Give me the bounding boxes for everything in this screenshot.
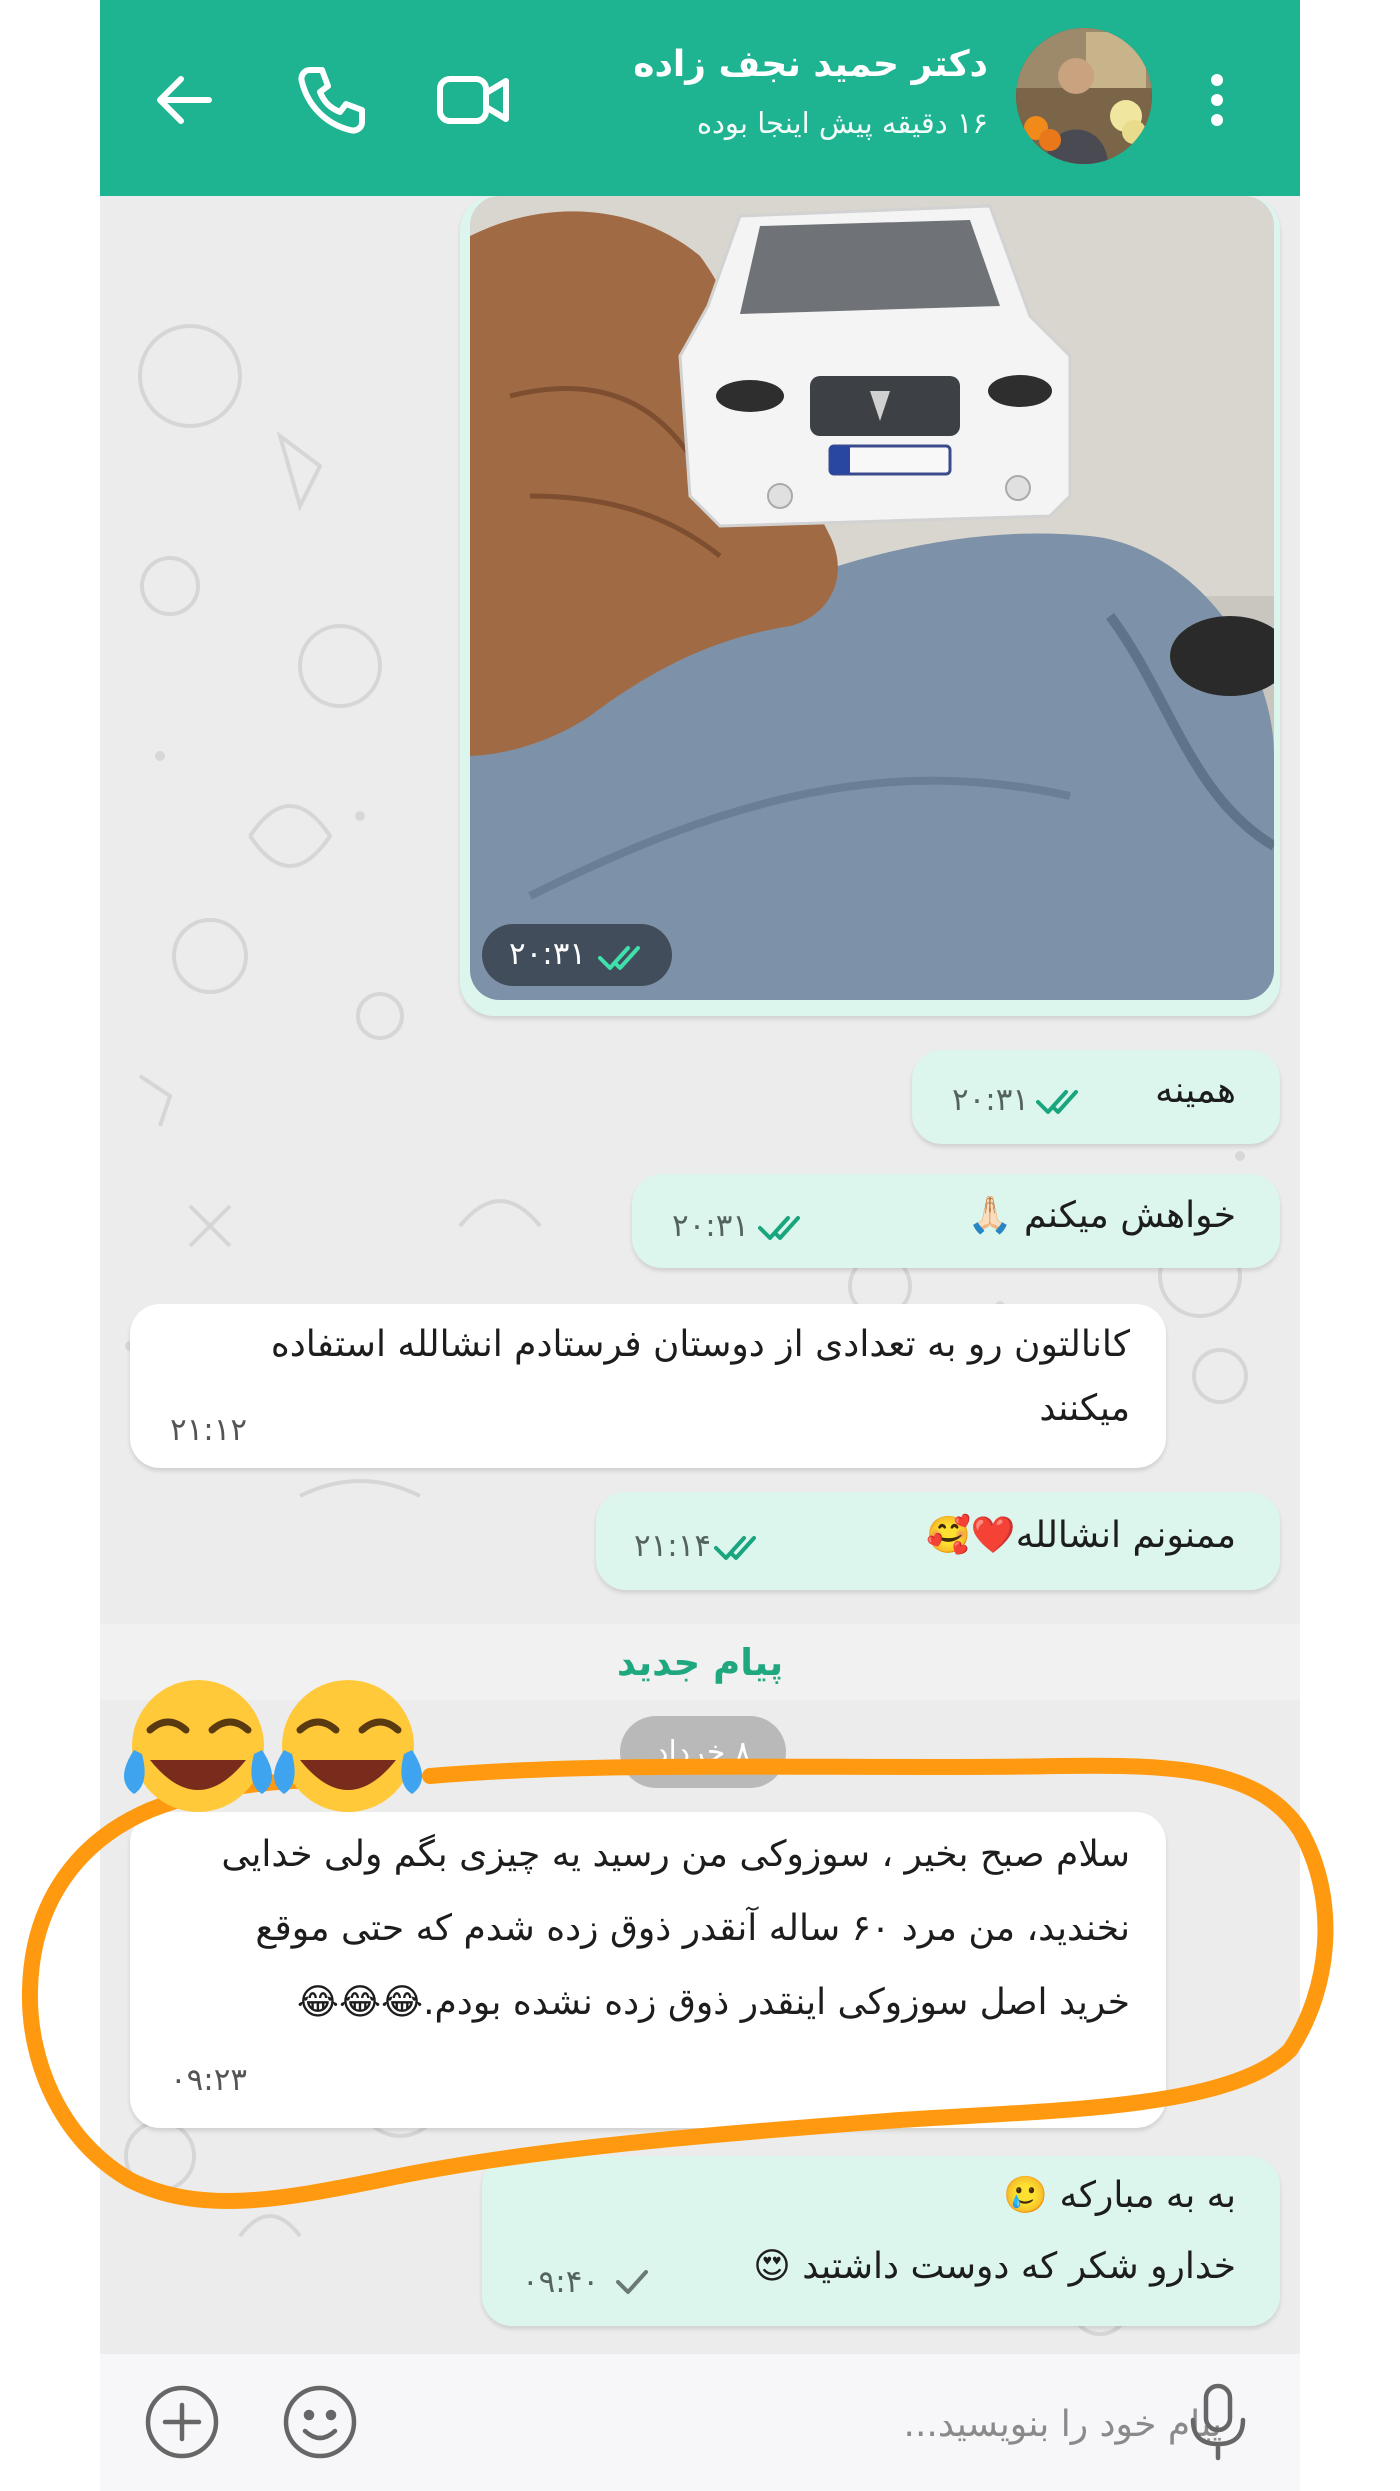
- date-separator: ۸ خرداد: [620, 1716, 786, 1788]
- more-vert-icon[interactable]: [1175, 58, 1259, 142]
- last-seen-status: ۱۶ دقیقه پیش اینجا بوده: [696, 106, 988, 140]
- contact-name[interactable]: دکتر حمید نجف زاده: [633, 44, 988, 85]
- avatar[interactable]: [1016, 28, 1152, 164]
- message-list[interactable]: ۲۰:۳۱ همینه ۲۰:۳۱ خواهش میکنم 🙏🏻 ۲۰:۳۱ ک…: [100, 196, 1300, 2354]
- message-text-line: به به مبارکه 🥲: [1003, 2175, 1236, 2216]
- back-arrow-icon[interactable]: [142, 58, 226, 142]
- chat-header: دکتر حمید نجف زاده ۱۶ دقیقه پیش اینجا بو…: [100, 0, 1300, 196]
- message-bubble-outgoing[interactable]: خواهش میکنم 🙏🏻 ۲۰:۳۱: [632, 1174, 1280, 1268]
- message-time: ۰۹:۴۰: [522, 2264, 600, 2300]
- single-check-icon: [616, 2268, 652, 2300]
- emoji-icon[interactable]: [272, 2374, 368, 2470]
- video-call-icon[interactable]: [432, 58, 516, 142]
- double-check-icon: [1036, 1088, 1084, 1120]
- message-text: ممنونم انشالله❤️🥰: [926, 1515, 1236, 1556]
- message-text: همینه: [1155, 1070, 1236, 1111]
- message-text-line: خرید اصل سوزوکی اینقدر ذوق زده نشده بودم…: [296, 1982, 1130, 2023]
- message-time: ۲۱:۱۴: [634, 1528, 712, 1564]
- double-check-icon: [598, 944, 646, 976]
- new-messages-label: پیام جدید: [616, 1640, 784, 1684]
- message-text-line: نخندید، من مرد ۶۰ ساله آنقدر ذوق زده شدم…: [255, 1908, 1130, 1949]
- message-time: ۲۰:۳۱: [672, 1208, 750, 1244]
- message-bubble-outgoing[interactable]: ممنونم انشالله❤️🥰 ۲۱:۱۴: [596, 1492, 1280, 1590]
- message-input[interactable]: [560, 2384, 1224, 2464]
- add-attachment-icon[interactable]: [134, 2374, 230, 2470]
- message-time: ۰۹:۲۳: [170, 2062, 248, 2098]
- message-text: خواهش میکنم 🙏🏻: [967, 1195, 1236, 1236]
- message-bubble-incoming[interactable]: سلام صبح بخیر ، سوزوکی من رسید یه چیزی ب…: [130, 1812, 1166, 2128]
- message-bubble-outgoing[interactable]: به به مبارکه 🥲 خدارو شکر که دوست داشتید …: [482, 2156, 1280, 2326]
- car-photo[interactable]: [470, 196, 1274, 1000]
- chat-app: دکتر حمید نجف زاده ۱۶ دقیقه پیش اینجا بو…: [100, 0, 1300, 2491]
- microphone-icon[interactable]: [1170, 2374, 1266, 2470]
- new-messages-divider: پیام جدید: [100, 1624, 1300, 1700]
- message-bubble-incoming[interactable]: کانالتون رو به تعدادی از دوستان فرستادم …: [130, 1304, 1166, 1468]
- message-text-line: میکنند: [1039, 1388, 1130, 1429]
- message-text-line: خدارو شکر که دوست داشتید 😍: [753, 2246, 1236, 2287]
- double-check-icon: [714, 1534, 762, 1566]
- phone-icon[interactable]: [290, 58, 374, 142]
- message-time: ۲۰:۳۱: [509, 936, 587, 972]
- message-time: ۲۱:۱۲: [170, 1412, 248, 1448]
- double-check-icon: [758, 1214, 806, 1246]
- message-bubble-outgoing[interactable]: همینه ۲۰:۳۱: [912, 1050, 1280, 1144]
- message-text-line: سلام صبح بخیر ، سوزوکی من رسید یه چیزی ب…: [221, 1834, 1130, 1875]
- composer-bar: [100, 2354, 1300, 2491]
- message-text-line: کانالتون رو به تعدادی از دوستان فرستادم …: [270, 1324, 1130, 1365]
- message-time: ۲۰:۳۱: [952, 1082, 1030, 1118]
